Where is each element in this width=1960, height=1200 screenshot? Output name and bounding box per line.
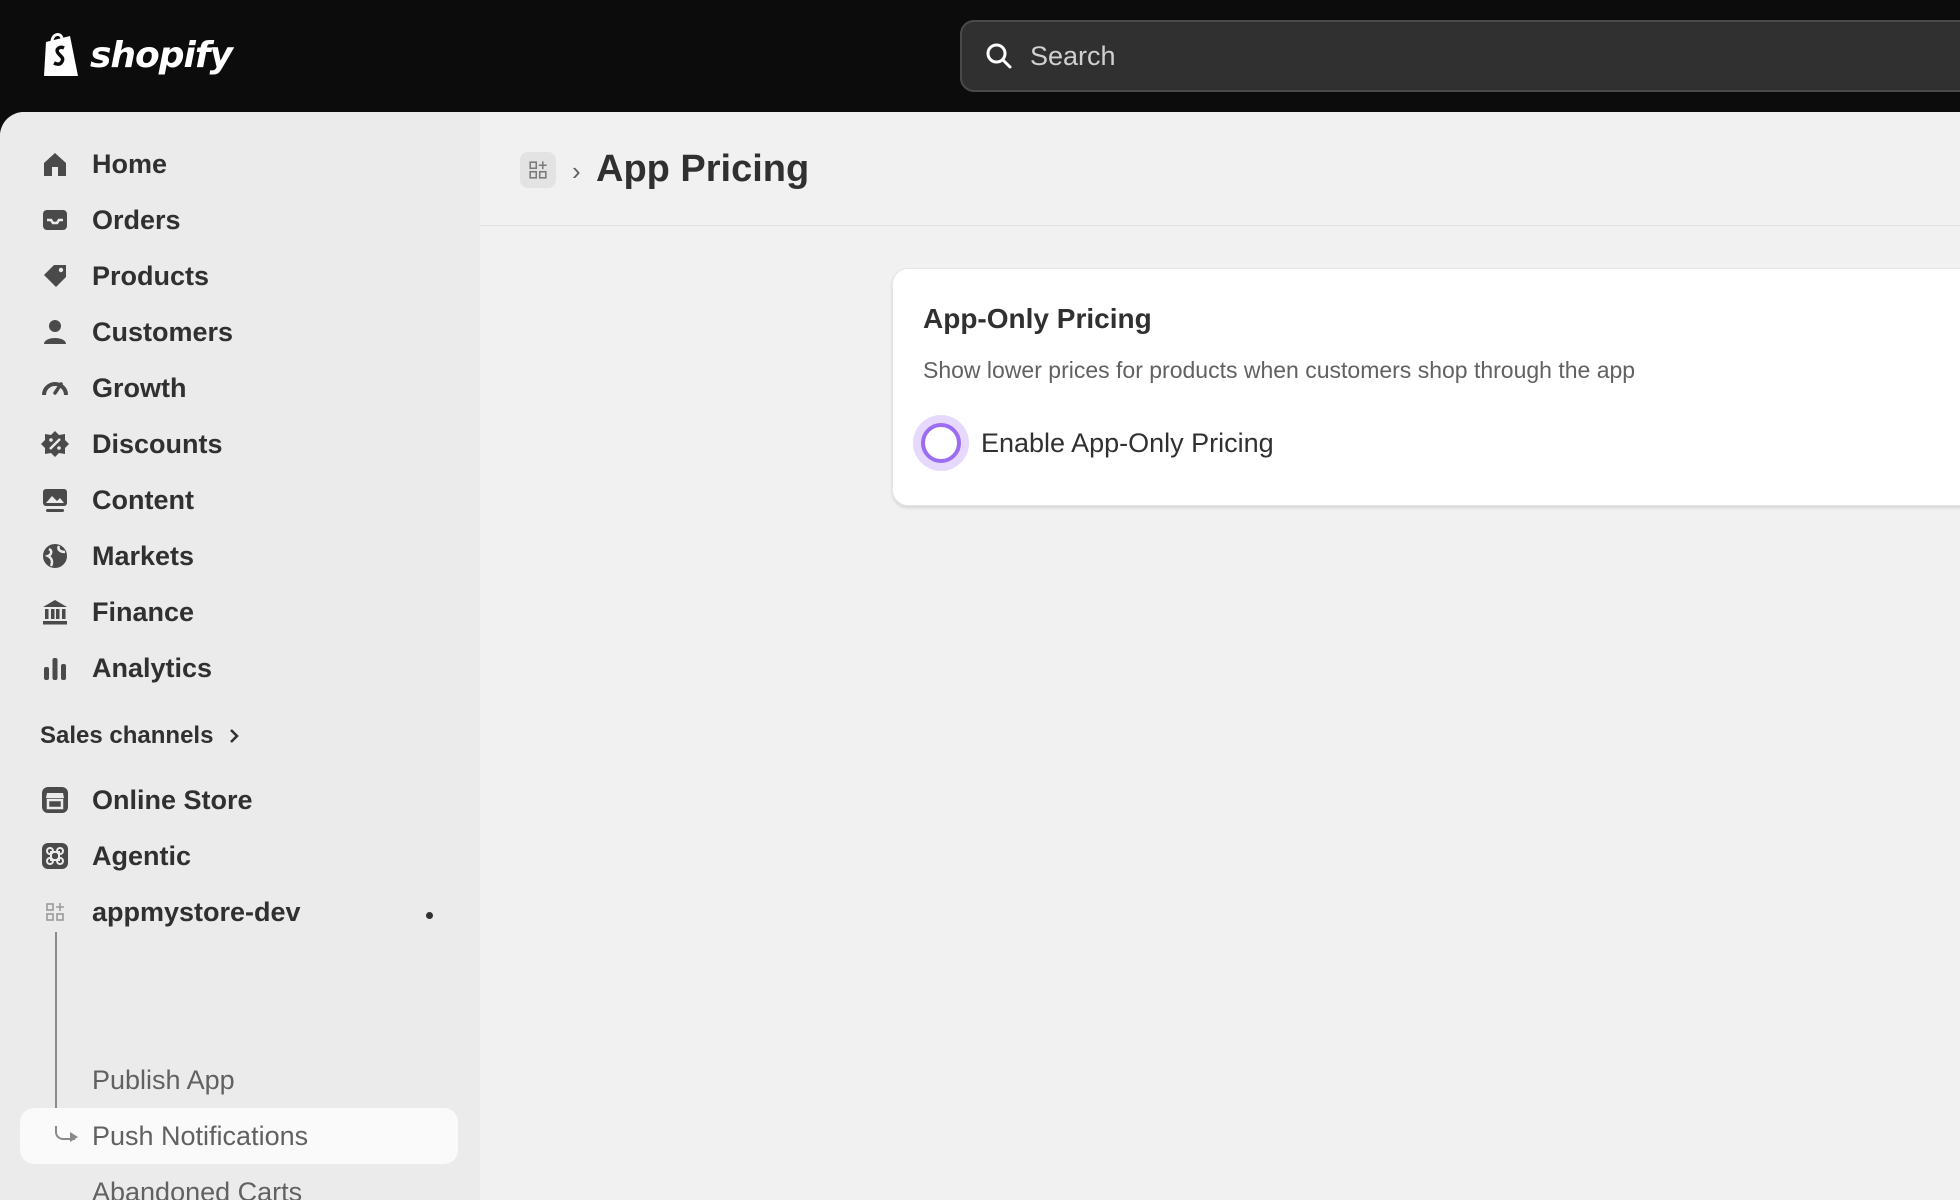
subnav-item-abandoned-carts[interactable]: Abandoned Carts — [92, 1166, 302, 1200]
app-grid-icon — [529, 161, 547, 179]
top-bar: shopify Search — [0, 0, 1960, 112]
sidebar: Home Orders Products Customers Growth Di… — [0, 112, 480, 1200]
pin-indicator — [426, 912, 433, 919]
card-title: App-Only Pricing — [923, 303, 1152, 334]
sidebar-item-finance[interactable]: Finance — [20, 586, 460, 638]
sidebar-item-markets[interactable]: Markets — [20, 530, 460, 582]
enable-app-only-pricing-checkbox[interactable]: Enable App-Only Pricing — [913, 415, 1274, 471]
bank-icon — [40, 597, 70, 627]
chevron-right-icon — [230, 729, 240, 743]
sales-channels-header[interactable]: Sales channels — [40, 722, 241, 750]
inbox-icon — [40, 205, 70, 235]
sidebar-item-discounts[interactable]: Discounts — [20, 418, 460, 470]
agent-icon — [40, 841, 70, 871]
sidebar-item-agentic[interactable]: Agentic — [20, 830, 460, 882]
sidebar-item-orders[interactable]: Orders — [20, 194, 460, 246]
sidebar-item-products[interactable]: Products — [20, 250, 460, 302]
sidebar-item-customers[interactable]: Customers — [20, 306, 460, 358]
breadcrumb-chevron-icon: › — [572, 156, 581, 186]
page-title: App Pricing — [596, 148, 810, 190]
sidebar-item-appmystore-dev[interactable]: appmystore-dev — [20, 886, 460, 938]
store-icon — [40, 785, 70, 815]
shopify-logo[interactable]: shopify — [40, 30, 233, 80]
sidebar-item-analytics[interactable]: Analytics — [20, 642, 460, 694]
gauge-icon — [40, 373, 70, 403]
app-grid-icon — [40, 897, 70, 927]
breadcrumb-app-icon[interactable] — [520, 152, 556, 188]
brand-name: shopify — [90, 34, 233, 76]
sales-channels-label: Sales channels — [40, 722, 214, 749]
sidebar-item-home[interactable]: Home — [20, 138, 460, 190]
shopify-bag-icon — [44, 33, 78, 76]
home-icon — [40, 149, 70, 179]
discount-badge-icon — [40, 429, 70, 459]
app-only-pricing-card: App-Only Pricing Show lower prices for p… — [892, 268, 1960, 506]
search-icon — [986, 43, 1012, 69]
bar-chart-icon — [40, 653, 70, 683]
checkbox-label[interactable]: Enable App-Only Pricing — [981, 428, 1274, 459]
subnav-arrow-icon — [70, 1132, 78, 1142]
tag-icon — [40, 261, 70, 291]
page-header: › App Pricing — [480, 112, 1960, 226]
globe-icon — [40, 541, 70, 571]
sidebar-item-content[interactable]: Content — [20, 474, 460, 526]
search-input[interactable]: Search — [960, 20, 1960, 92]
subnav-item-push-notifications[interactable]: Push Notifications — [92, 1110, 308, 1162]
sidebar-item-online-store[interactable]: Online Store — [20, 774, 460, 826]
sidebar-item-growth[interactable]: Growth — [20, 362, 460, 414]
app-shell: Home Orders Products Customers Growth Di… — [0, 112, 1960, 1200]
image-icon — [40, 485, 70, 515]
checkbox-control[interactable] — [921, 423, 961, 463]
subnav-connector — [55, 932, 57, 1128]
subnav-item-publish-app[interactable]: Publish App — [92, 1054, 235, 1106]
checkbox-focus-ring — [913, 415, 969, 471]
search-placeholder: Search — [1030, 40, 1116, 71]
main-content: › App Pricing App-Only Pricing Show lowe… — [480, 112, 1960, 1200]
card-description: Show lower prices for products when cust… — [923, 357, 1636, 383]
person-icon — [40, 317, 70, 347]
